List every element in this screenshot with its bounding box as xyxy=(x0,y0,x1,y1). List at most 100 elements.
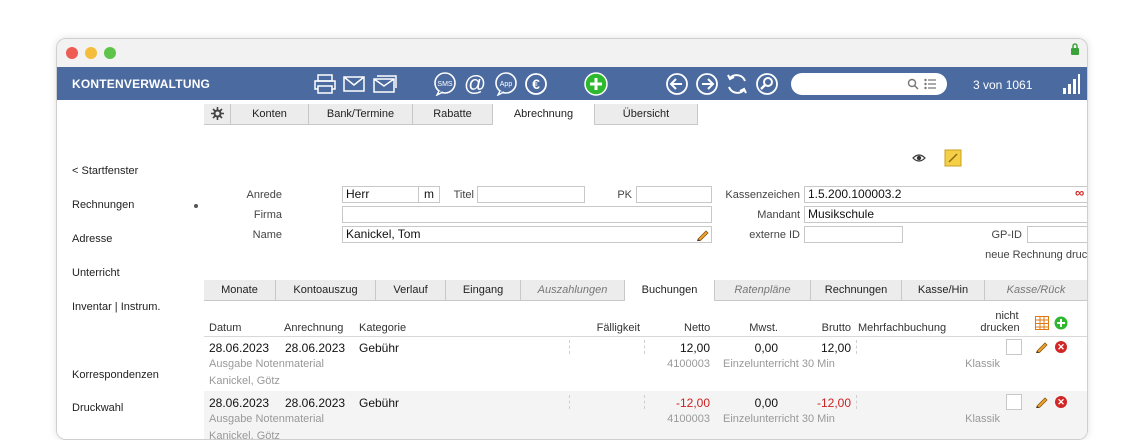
row2-nicht-drucken-checkbox[interactable] xyxy=(1006,394,1022,410)
refresh-icon[interactable] xyxy=(725,72,749,96)
subtab-monate[interactable]: Monate xyxy=(204,280,276,300)
search-input[interactable] xyxy=(791,73,947,95)
row1-person: Kanickel, Götz xyxy=(209,375,280,387)
titel-field[interactable] xyxy=(477,186,585,203)
titel-label: Titel xyxy=(453,189,474,201)
statistics-icon[interactable] xyxy=(1062,74,1080,94)
subtab-rechnungen[interactable]: Rechnungen xyxy=(811,280,902,300)
tab-bank-termine[interactable]: Bank/Termine xyxy=(309,104,413,124)
anrede-label: Anrede xyxy=(246,189,282,201)
neue-rechnung-label: neue Rechnung drucken xyxy=(985,249,1088,261)
row1-fach: Klassik xyxy=(965,358,1000,370)
col-mehrfachbuchung[interactable]: Mehrfachbuchung xyxy=(858,322,946,334)
firma-field[interactable] xyxy=(342,206,712,223)
tab-abrechnung[interactable]: Abrechnung xyxy=(493,104,595,125)
subtab-kontoauszug[interactable]: Kontoauszug xyxy=(276,280,376,300)
row2-konto: 4100003 xyxy=(667,413,710,425)
search-toolbar-icon[interactable] xyxy=(755,72,779,96)
add-booking-icon[interactable] xyxy=(1054,316,1068,330)
col-mwst[interactable]: Mwst. xyxy=(744,322,778,334)
sidebar-item-startfenster[interactable]: < Startfenster xyxy=(72,165,138,177)
tab-konten[interactable]: Konten xyxy=(231,104,309,124)
sub-tab-bar: Monate Kontoauszug Verlauf Eingang Ausza… xyxy=(204,280,1087,301)
email-at-icon[interactable]: @ xyxy=(463,72,487,96)
row2-edit-pencil-icon[interactable] xyxy=(1035,395,1048,408)
title-bar xyxy=(57,39,1087,67)
row2-anrechnung: 28.06.2023 xyxy=(285,396,346,410)
col-netto[interactable]: Netto xyxy=(684,322,710,334)
col-faelligkeit[interactable]: Fälligkeit xyxy=(584,322,640,334)
col-brutto[interactable]: Brutto xyxy=(814,322,851,334)
col-kategorie[interactable]: Kategorie xyxy=(359,322,406,334)
list-options-icon[interactable] xyxy=(924,78,937,90)
row2-separator xyxy=(569,395,570,409)
arrow-right-icon[interactable] xyxy=(695,72,719,96)
subtab-kasse-rueck[interactable]: Kasse/Rück xyxy=(985,280,1087,300)
row1-beschreibung: Ausgabe Notenmaterial xyxy=(209,358,324,370)
row2-beschreibung: Ausgabe Notenmaterial xyxy=(209,413,324,425)
sidebar-item-rechnungen[interactable]: Rechnungen xyxy=(72,199,134,211)
lock-icon xyxy=(1071,43,1079,55)
sidebar-item-unterricht[interactable]: Unterricht xyxy=(72,267,120,279)
col-anrechnung[interactable]: Anrechnung xyxy=(284,322,343,334)
sidebar-item-inventar[interactable]: Inventar | Instrum. xyxy=(72,301,160,313)
externe-id-field[interactable] xyxy=(804,226,903,243)
settings-tab[interactable] xyxy=(204,104,231,124)
add-record-icon[interactable] xyxy=(584,72,608,96)
row1-unterricht: Einzelunterricht 30 Min xyxy=(723,358,835,370)
row1-kategorie: Gebühr xyxy=(359,341,400,355)
sidebar-item-korrespondenzen[interactable]: Korrespondenzen xyxy=(72,369,159,381)
serial-mail-icon[interactable] xyxy=(373,72,397,96)
row2-delete-icon[interactable]: ✕ xyxy=(1055,396,1067,408)
euro-icon[interactable]: € xyxy=(524,72,548,96)
zoom-window-button[interactable] xyxy=(104,47,116,59)
firma-label: Firma xyxy=(253,209,282,221)
row1-delete-icon[interactable]: ✕ xyxy=(1055,341,1067,353)
tab-uebersicht[interactable]: Übersicht xyxy=(595,104,698,124)
subtab-verlauf[interactable]: Verlauf xyxy=(376,280,446,300)
mail-icon[interactable] xyxy=(342,72,366,96)
row2-unterricht: Einzelunterricht 30 Min xyxy=(723,413,835,425)
minimize-window-button[interactable] xyxy=(85,47,97,59)
subtab-auszahlungen[interactable]: Auszahlungen xyxy=(521,280,625,300)
kassenzeichen-field[interactable]: 1.5.200.100003.2 xyxy=(804,186,1087,203)
main-panel: Konten Bank/Termine Rabatte Abrechnung Ü… xyxy=(204,100,1088,439)
anrede-field[interactable]: Herr xyxy=(342,186,419,203)
name-field[interactable]: Kanickel, Tom xyxy=(342,226,712,243)
table-view-icon[interactable] xyxy=(1035,316,1049,330)
infinity-icon[interactable]: ∞ xyxy=(1075,185,1084,200)
subtab-buchungen[interactable]: Buchungen xyxy=(625,280,715,301)
app-window: KONTENVERWALTUNG SMS @ App € 3 von 1061 … xyxy=(56,38,1088,440)
svg-text:@: @ xyxy=(464,72,486,96)
pk-field[interactable] xyxy=(636,186,712,203)
col-datum[interactable]: Datum xyxy=(209,322,241,334)
close-window-button[interactable] xyxy=(66,47,78,59)
sidebar-item-adresse[interactable]: Adresse xyxy=(72,233,112,245)
tab-rabatte[interactable]: Rabatte xyxy=(413,104,493,124)
arrow-left-icon[interactable] xyxy=(665,72,689,96)
row2-brutto: -12,00 xyxy=(816,396,851,410)
row1-separator xyxy=(644,340,645,354)
row1-konto: 4100003 xyxy=(667,358,710,370)
row2-netto: -12,00 xyxy=(675,396,710,410)
note-icon[interactable] xyxy=(944,149,962,167)
row2-fach: Klassik xyxy=(965,413,1000,425)
app-message-icon[interactable]: App xyxy=(494,72,518,96)
subtab-ratenplaene[interactable]: Ratenpläne xyxy=(715,280,811,300)
row1-nicht-drucken-checkbox[interactable] xyxy=(1006,339,1022,355)
row1-edit-pencil-icon[interactable] xyxy=(1035,340,1048,353)
row2-mwst: 0,00 xyxy=(754,396,778,410)
mandant-field[interactable]: Musikschule xyxy=(804,206,1087,223)
gpid-field[interactable] xyxy=(1027,226,1087,243)
sidebar-item-druckwahl[interactable]: Druckwahl xyxy=(72,402,123,414)
top-tab-bar: Konten Bank/Termine Rabatte Abrechnung Ü… xyxy=(204,104,698,125)
subtab-eingang[interactable]: Eingang xyxy=(446,280,521,300)
row1-datum: 28.06.2023 xyxy=(209,341,270,355)
gpid-label: GP-ID xyxy=(991,229,1022,241)
sidebar: < Startfenster Rechnungen Adresse Unterr… xyxy=(57,100,205,439)
subtab-kasse-hin[interactable]: Kasse/Hin xyxy=(902,280,985,300)
print-icon[interactable] xyxy=(313,72,337,96)
col-drucken: drucken xyxy=(980,322,1020,334)
eye-icon[interactable] xyxy=(912,153,926,163)
sms-icon[interactable]: SMS xyxy=(433,72,457,96)
